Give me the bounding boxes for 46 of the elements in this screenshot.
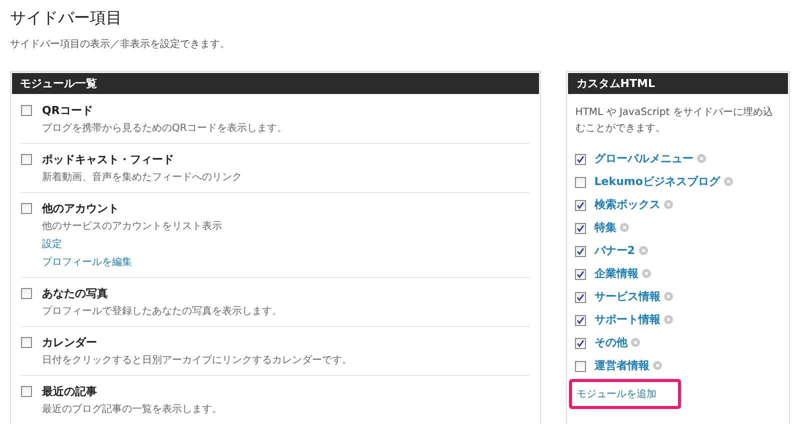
- module-link[interactable]: プロフィールを編集: [42, 255, 222, 269]
- checkbox[interactable]: [21, 386, 32, 397]
- checkbox[interactable]: [21, 105, 32, 116]
- module-name: ポッドキャスト・フィード: [42, 152, 175, 167]
- checkbox[interactable]: [575, 269, 586, 280]
- module-name: 最近の記事: [42, 384, 98, 399]
- custom-module-link[interactable]: バナー2: [594, 243, 635, 258]
- custom-module-link[interactable]: 特集: [594, 220, 616, 235]
- module-name: 他のアカウント: [42, 201, 120, 216]
- add-module-link[interactable]: モジュールを追加: [569, 379, 682, 409]
- module-name: QRコード: [42, 103, 94, 118]
- checkbox[interactable]: [575, 177, 586, 188]
- module-description: ブログを携帯から見るためのQRコードを表示します。: [42, 122, 287, 135]
- module-description: プロフィールで登録したあなたの写真を表示します。: [42, 304, 282, 318]
- checkbox[interactable]: [21, 154, 32, 165]
- module-description: 最近のブログ記事の一覧を表示します。: [42, 402, 222, 416]
- module-description: 日付をクリックすると日別アーカイブにリンクするカレンダーです。: [42, 354, 352, 367]
- module-name: あなたの写真: [42, 286, 109, 301]
- checkbox[interactable]: [21, 337, 32, 348]
- checkbox[interactable]: [21, 203, 32, 214]
- custom-module-link[interactable]: その他: [594, 335, 628, 350]
- page-title: サイドバー項目: [10, 8, 123, 29]
- custom-module-link[interactable]: サービス情報: [594, 289, 660, 304]
- checkbox[interactable]: [21, 288, 32, 299]
- custom-module-link[interactable]: グローバルメニュー: [594, 151, 694, 166]
- panel-header: モジュール一覧: [12, 73, 540, 94]
- checkbox[interactable]: [575, 223, 586, 234]
- panel-header: カスタムHTML: [568, 73, 788, 94]
- custom-module-link[interactable]: 企業情報: [594, 266, 638, 281]
- module-name: カレンダー: [42, 335, 98, 350]
- checkbox[interactable]: [575, 315, 586, 326]
- custom-module-link[interactable]: サポート情報: [594, 312, 660, 327]
- module-link[interactable]: 設定: [42, 237, 222, 251]
- custom-module-link[interactable]: 運営者情報: [594, 358, 650, 373]
- checkbox[interactable]: [575, 246, 586, 257]
- checkbox[interactable]: [575, 338, 586, 349]
- checkbox[interactable]: [575, 292, 586, 303]
- checkbox[interactable]: [575, 154, 586, 165]
- module-description: 新着動画、音声を集めたフィードへのリンク: [42, 170, 242, 184]
- page-description: サイドバー項目の表示／非表示を設定できます。: [10, 38, 231, 51]
- module-description: 他のサービスのアカウントをリスト表示: [42, 220, 222, 233]
- panel-description: HTML や JavaScript をサイドバーに埋め込むことができます。: [575, 106, 774, 136]
- checkbox[interactable]: [575, 200, 586, 211]
- custom-module-link[interactable]: 検索ボックス: [594, 197, 660, 212]
- checkbox[interactable]: [575, 361, 586, 372]
- custom-module-link[interactable]: Lekumoビジネスブログ: [594, 174, 720, 189]
